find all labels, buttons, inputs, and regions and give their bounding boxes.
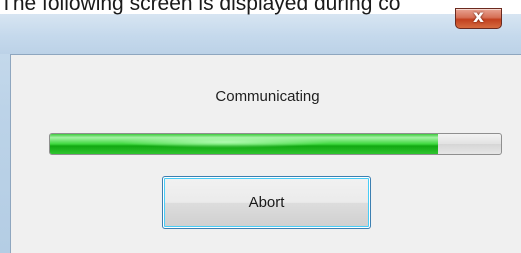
screenshot-stage: The following screen is displayed during… — [0, 0, 521, 253]
status-label: Communicating — [215, 88, 320, 105]
abort-button[interactable]: Abort — [162, 176, 371, 229]
progress-bar — [49, 133, 502, 155]
close-button[interactable]: x — [455, 7, 502, 29]
document-caption: The following screen is displayed during… — [0, 0, 401, 15]
window-titlebar — [0, 14, 521, 54]
close-icon: x — [473, 7, 484, 27]
progress-bar-fill — [50, 134, 438, 154]
